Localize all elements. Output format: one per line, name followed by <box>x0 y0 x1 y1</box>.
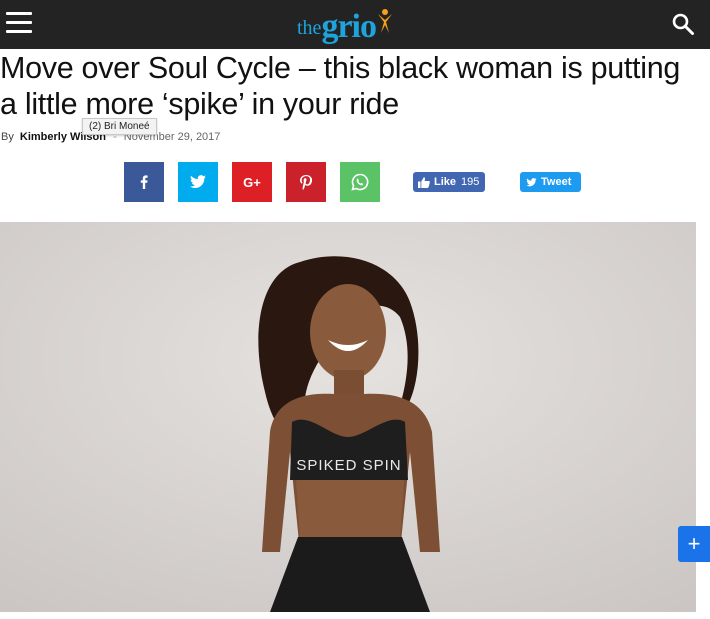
woman-photo-illustration: SPIKED SPIN <box>0 222 696 612</box>
article-hero-image: SPIKED SPIN <box>0 222 696 612</box>
tweet-button[interactable]: Tweet <box>520 172 581 192</box>
by-label: By <box>1 131 14 143</box>
thumbs-up-icon <box>418 176 430 188</box>
share-whatsapp-button[interactable] <box>340 162 380 202</box>
logo-the-text: the <box>297 17 322 39</box>
like-label: Like <box>434 176 457 188</box>
tweet-label: Tweet <box>541 176 572 188</box>
twitter-bird-icon <box>526 177 537 186</box>
google-plus-icon: G+ <box>243 174 261 190</box>
shirt-text: SPIKED SPIN <box>296 457 401 474</box>
facebook-like-button[interactable]: Like 195 <box>413 172 485 192</box>
expand-plus-button[interactable]: + <box>678 526 710 562</box>
logo-grio-text: grio <box>321 8 377 45</box>
pinterest-icon <box>300 174 312 190</box>
like-count: 195 <box>461 176 480 188</box>
share-twitter-button[interactable] <box>178 162 218 202</box>
article-title: Move over Soul Cycle – this black woman … <box>0 51 681 121</box>
share-pinterest-button[interactable] <box>286 162 326 202</box>
site-logo[interactable]: the grio <box>297 6 393 46</box>
hamburger-menu-icon[interactable] <box>6 12 32 34</box>
share-facebook-button[interactable] <box>124 162 164 202</box>
facebook-icon <box>140 175 148 189</box>
whatsapp-icon <box>351 173 369 191</box>
site-header: the grio <box>0 0 710 49</box>
twitter-icon <box>190 175 206 188</box>
tooltip: (2) Bri Moneé <box>82 118 157 135</box>
share-google-plus-button[interactable]: G+ <box>232 162 272 202</box>
search-icon[interactable] <box>671 12 695 36</box>
logo-figure-icon <box>377 9 392 33</box>
